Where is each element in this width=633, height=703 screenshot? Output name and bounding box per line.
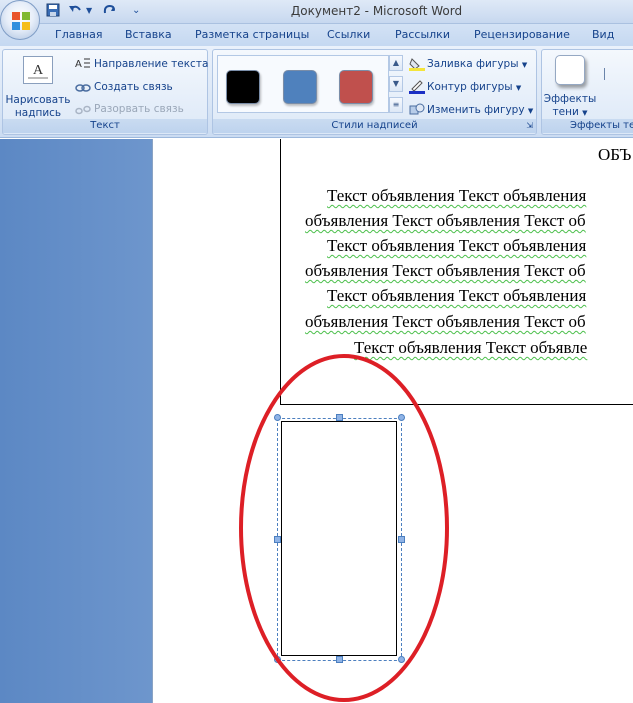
office-logo-icon	[12, 12, 30, 30]
red-highlight-ellipse	[239, 354, 449, 702]
office-button[interactable]	[0, 0, 40, 40]
annotation-overlay	[239, 354, 449, 702]
